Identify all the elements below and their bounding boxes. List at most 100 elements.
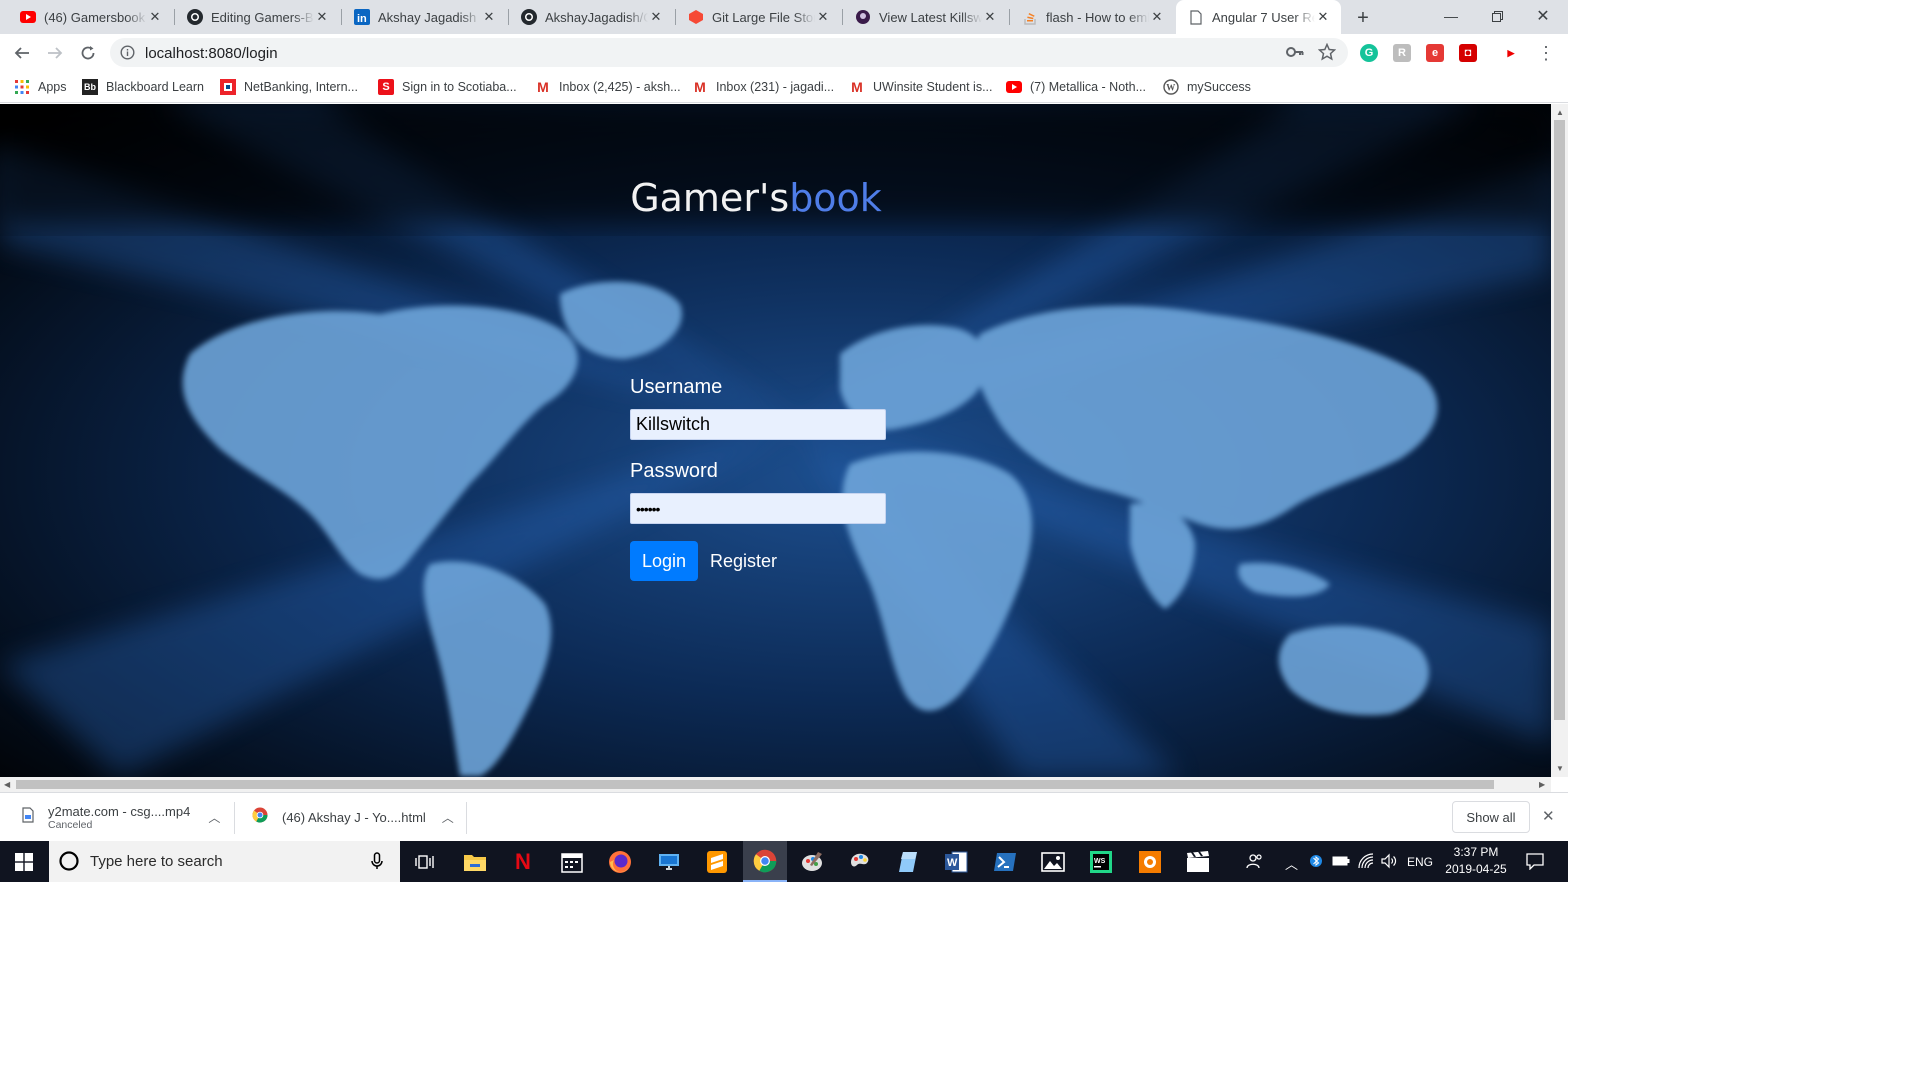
- netflix-icon[interactable]: N: [508, 847, 538, 877]
- windows-start-icon[interactable]: [9, 847, 39, 877]
- close-icon[interactable]: ✕: [147, 9, 163, 25]
- bookmark-metallica[interactable]: (7) Metallica - Noth...: [1006, 77, 1146, 97]
- bookmark-label: mySuccess: [1187, 80, 1251, 94]
- bookmark-blackboard[interactable]: Bb Blackboard Learn: [82, 77, 204, 97]
- calendar-icon[interactable]: [557, 847, 587, 877]
- extension-icon-2[interactable]: e: [1426, 44, 1444, 62]
- minimize-button[interactable]: —: [1428, 0, 1474, 32]
- remote-desktop-icon[interactable]: [654, 847, 684, 877]
- bookmark-label: (7) Metallica - Noth...: [1030, 80, 1147, 94]
- close-icon[interactable]: ✕: [481, 9, 497, 25]
- close-icon[interactable]: ✕: [815, 9, 831, 25]
- linkedin-icon: in: [354, 9, 370, 25]
- bookmark-scotiabank[interactable]: S Sign in to Scotiaba...: [378, 77, 517, 97]
- volume-icon[interactable]: [1381, 853, 1397, 872]
- vertical-scrollbar[interactable]: ▲ ▼: [1551, 104, 1568, 777]
- download-separator: [234, 802, 235, 834]
- key-icon[interactable]: [1286, 45, 1304, 64]
- scroll-right-arrow[interactable]: ▶: [1539, 780, 1545, 789]
- restore-button[interactable]: [1474, 0, 1520, 32]
- action-center-icon[interactable]: [1526, 852, 1544, 873]
- horizontal-scrollbar[interactable]: ◀ ▶: [0, 777, 1551, 792]
- task-view-icon[interactable]: [410, 847, 440, 877]
- tab-active-angular[interactable]: Angular 7 User Re ✕: [1176, 0, 1341, 34]
- horizontal-scroll-thumb[interactable]: [16, 780, 1494, 789]
- forward-button[interactable]: [41, 39, 69, 67]
- app-icon-orange[interactable]: [1135, 847, 1165, 877]
- info-icon[interactable]: [120, 45, 135, 65]
- username-input[interactable]: Killswitch: [630, 409, 886, 440]
- wifi-icon[interactable]: [1358, 853, 1374, 872]
- download-item-mp4[interactable]: y2mate.com - csg....mp4 Canceled ︿: [22, 793, 220, 842]
- star-icon[interactable]: [1317, 42, 1337, 66]
- file-explorer-icon[interactable]: [460, 847, 490, 877]
- new-tab-button[interactable]: +: [1351, 6, 1375, 30]
- tab-title: Akshay Jagadish | L: [378, 9, 481, 25]
- scroll-left-arrow[interactable]: ◀: [4, 780, 10, 789]
- grammarly-icon[interactable]: G: [1360, 44, 1378, 62]
- menu-icon[interactable]: ⋮: [1532, 39, 1560, 67]
- bookmark-gmail-2[interactable]: M Inbox (231) - jagadi...: [692, 77, 834, 97]
- webstorm-icon[interactable]: WS: [1086, 847, 1116, 877]
- taskbar-search-box[interactable]: Type here to search: [49, 841, 400, 882]
- scroll-down-arrow[interactable]: ▼: [1556, 764, 1564, 773]
- tab-linkedin[interactable]: in Akshay Jagadish | L ✕: [342, 0, 507, 34]
- download-item-html[interactable]: (46) Akshay J - Yo....html ︿: [252, 793, 454, 842]
- powershell-icon[interactable]: [990, 847, 1020, 877]
- show-hidden-icons-chevron-icon[interactable]: ︿: [1285, 854, 1298, 873]
- paint-3d-icon[interactable]: [845, 847, 875, 877]
- chevron-up-icon[interactable]: ︿: [442, 809, 454, 826]
- language-indicator[interactable]: ENG: [1407, 855, 1433, 869]
- close-icon[interactable]: ✕: [1315, 9, 1331, 25]
- photos-icon[interactable]: [1038, 847, 1068, 877]
- word-icon[interactable]: W: [941, 847, 971, 877]
- tab-git-lfs[interactable]: Git Large File Stora ✕: [676, 0, 841, 34]
- tab-github-editing[interactable]: Editing Gamers-Bo ✕: [175, 0, 340, 34]
- tab-title: Git Large File Stora: [712, 9, 815, 25]
- register-link[interactable]: Register: [710, 551, 777, 572]
- bluetooth-icon[interactable]: [1310, 853, 1322, 872]
- sublime-text-icon[interactable]: [702, 847, 732, 877]
- close-icon[interactable]: ✕: [982, 9, 998, 25]
- bookmark-mysuccess[interactable]: W mySuccess: [1163, 77, 1251, 97]
- chrome-taskbar-icon[interactable]: [743, 841, 787, 882]
- paint-icon[interactable]: [797, 847, 827, 877]
- username-label: Username: [630, 376, 723, 398]
- login-button[interactable]: Login: [630, 541, 698, 581]
- bookmark-netbanking[interactable]: NetBanking, Intern...: [220, 77, 358, 97]
- tab-youtube[interactable]: (46) Gamersbook v ✕: [8, 0, 173, 34]
- extension-icon[interactable]: R: [1393, 44, 1411, 62]
- scotiabank-icon: S: [378, 79, 394, 95]
- scroll-up-arrow[interactable]: ▲: [1556, 108, 1564, 117]
- close-icon[interactable]: ✕: [648, 9, 664, 25]
- extension-icon-3[interactable]: ◘: [1459, 44, 1477, 62]
- password-input[interactable]: ••••••: [630, 493, 886, 524]
- close-window-button[interactable]: ✕: [1520, 0, 1566, 32]
- tab-github-repo[interactable]: AkshayJagadish/G ✕: [509, 0, 674, 34]
- bookmark-uwinsite[interactable]: M UWinsite Student is...: [849, 77, 992, 97]
- close-icon[interactable]: ✕: [1149, 9, 1165, 25]
- youtube-extension-icon[interactable]: ▶: [1502, 44, 1520, 62]
- video-editor-icon[interactable]: [1183, 847, 1213, 877]
- tab-stackoverflow[interactable]: flash - How to emb ✕: [1010, 0, 1175, 34]
- microphone-icon[interactable]: [371, 852, 383, 875]
- tab-title: View Latest Killswit: [879, 9, 982, 25]
- bookmark-apps[interactable]: Apps: [14, 77, 67, 97]
- tab-killswitch[interactable]: View Latest Killswit ✕: [843, 0, 1008, 34]
- app-icon[interactable]: [893, 847, 923, 877]
- bookmark-gmail-1[interactable]: M Inbox (2,425) - aksh...: [535, 77, 680, 97]
- close-download-bar-icon[interactable]: ✕: [1542, 807, 1555, 825]
- site-icon: [855, 9, 871, 25]
- chevron-up-icon[interactable]: ︿: [208, 809, 220, 826]
- clock[interactable]: 3:37 PM 2019-04-25: [1445, 845, 1507, 876]
- address-bar[interactable]: localhost:8080/login: [110, 38, 1348, 67]
- firefox-icon[interactable]: [605, 847, 635, 877]
- people-icon[interactable]: [1246, 852, 1264, 873]
- close-icon[interactable]: ✕: [314, 9, 330, 25]
- battery-icon[interactable]: [1332, 855, 1350, 870]
- show-all-downloads-button[interactable]: Show all: [1452, 801, 1530, 833]
- reload-button[interactable]: [74, 39, 102, 67]
- download-filename: (46) Akshay J - Yo....html: [282, 810, 426, 825]
- back-button[interactable]: [8, 39, 36, 67]
- vertical-scroll-thumb[interactable]: [1554, 120, 1565, 720]
